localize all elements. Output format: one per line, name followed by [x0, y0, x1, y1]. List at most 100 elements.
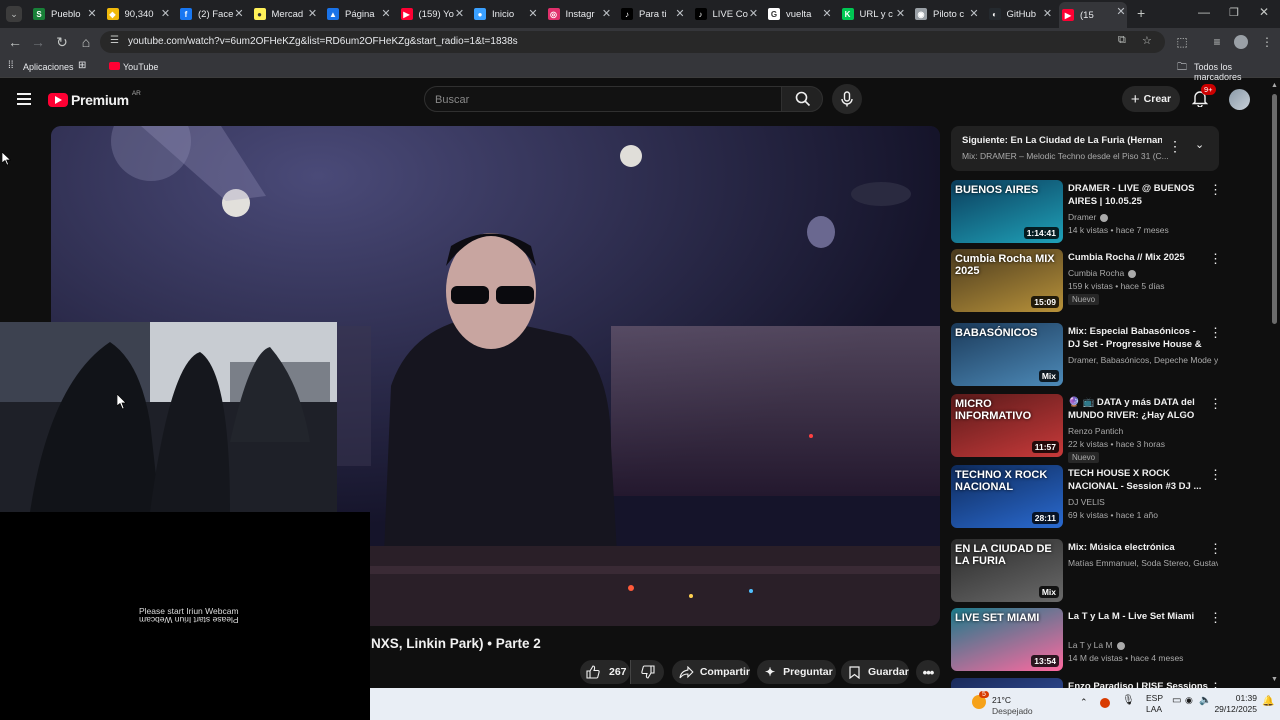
display-icon[interactable]: ▭: [1172, 695, 1181, 706]
scrollbar-thumb[interactable]: [1272, 94, 1277, 324]
tab-close-icon[interactable]: ✕: [233, 7, 245, 20]
channel-name[interactable]: Cumbia Rocha: [1068, 268, 1218, 278]
extensions-icon[interactable]: ⬚: [1172, 32, 1192, 52]
scroll-down-arrow-icon[interactable]: ▼: [1271, 676, 1278, 683]
browser-tab[interactable]: ♪ Para ti ✕: [618, 4, 686, 24]
recommended-video-title[interactable]: Enzo Paradiso | RISE Sessions: [1068, 680, 1208, 688]
browser-tab[interactable]: ● Mercad ✕: [251, 4, 319, 24]
bookmark-youtube[interactable]: YouTube: [123, 62, 158, 72]
share-button[interactable]: Compartir: [672, 660, 750, 684]
recommended-video[interactable]: TECHNO X ROCK NACIONAL 28:11 TECH HOUSE X …: [951, 465, 1222, 529]
home-button[interactable]: ⌂: [76, 32, 96, 52]
browser-tab[interactable]: ▶ (15 ✕: [1059, 2, 1127, 28]
browser-tab[interactable]: K URL y c ✕: [839, 4, 907, 24]
channel-name[interactable]: La T y La M: [1068, 640, 1218, 650]
page-scrollbar[interactable]: ▲ ▼: [1269, 80, 1280, 688]
recommended-video-title[interactable]: Mix: Música electrónica: [1068, 541, 1208, 554]
video-options-icon[interactable]: ⋮: [1209, 467, 1222, 483]
browser-tab[interactable]: Gvuelta ✕: [765, 4, 833, 24]
queue-collapse-icon[interactable]: ⌄: [1195, 138, 1204, 151]
video-thumbnail[interactable]: EN LA CIUDAD DE LA FURIA Mix: [951, 539, 1063, 602]
more-actions-button[interactable]: •••: [916, 660, 940, 684]
close-window-button[interactable]: ✕: [1259, 5, 1269, 19]
recommended-video[interactable]: Cumbia Rocha MIX 2025 15:09 Cumbia Rocha /…: [951, 249, 1222, 313]
video-thumbnail[interactable]: Cumbia Rocha MIX 2025 15:09: [951, 249, 1063, 312]
video-options-icon[interactable]: ⋮: [1209, 325, 1222, 341]
tab-close-icon[interactable]: ✕: [454, 7, 466, 20]
channel-name[interactable]: Dramer, Babasónicos, Depeche Mode y ...: [1068, 355, 1218, 365]
back-button[interactable]: ←: [5, 32, 25, 52]
hamburger-menu-icon[interactable]: [17, 93, 31, 105]
tray-overflow-icon[interactable]: ⌃: [1080, 697, 1088, 708]
weather-widget[interactable]: 5 21°C Despejado: [970, 691, 1060, 717]
channel-name[interactable]: Dramer: [1068, 212, 1218, 222]
like-button[interactable]: 267: [580, 660, 630, 684]
tab-close-icon[interactable]: ✕: [86, 7, 98, 20]
recommended-video-title[interactable]: DRAMER - LIVE @ BUENOS AIRES | 10.05.25: [1068, 182, 1208, 208]
video-thumbnail[interactable]: MICRO INFORMATIVO 11:57: [951, 394, 1063, 457]
tab-search-button[interactable]: ⌄: [6, 6, 22, 22]
recommended-video[interactable]: LIVE SET MIAMI 13:54 La T y La M - Live Se…: [951, 608, 1222, 672]
tab-close-icon[interactable]: ✕: [821, 7, 833, 20]
video-options-icon[interactable]: ⋮: [1209, 182, 1222, 198]
reload-button[interactable]: ↻: [52, 32, 72, 52]
video-thumbnail[interactable]: [951, 678, 1063, 688]
input-language[interactable]: ESP: [1146, 693, 1163, 703]
browser-tab[interactable]: ◐ GitHub ✕: [986, 4, 1054, 24]
bookmark-all[interactable]: Todos los marcadores: [1194, 62, 1280, 82]
recommended-video-title[interactable]: Cumbia Rocha // Mix 2025: [1068, 251, 1208, 264]
channel-name[interactable]: Matías Emmanuel, Soda Stereo, Gustavo...: [1068, 558, 1218, 568]
address-bar[interactable]: ☰ youtube.com/watch?v=6um2OFHeKZg&list=R…: [100, 31, 1165, 53]
keyboard-layout[interactable]: LAA: [1146, 704, 1162, 714]
video-options-icon[interactable]: ⋮: [1209, 251, 1222, 267]
new-tab-button[interactable]: +: [1137, 5, 1145, 21]
video-thumbnail[interactable]: BUENOS AIRES 1:14:41: [951, 180, 1063, 243]
bookmark-star-icon[interactable]: ☆: [1142, 34, 1152, 47]
recommended-video[interactable]: MICRO INFORMATIVO 11:57 🔮 📺 DATA y más DAT…: [951, 394, 1222, 463]
video-options-icon[interactable]: ⋮: [1209, 541, 1222, 557]
recommended-video-title[interactable]: La T y La M - Live Set Miami: [1068, 610, 1208, 623]
tab-close-icon[interactable]: ✕: [307, 7, 319, 20]
forward-button[interactable]: →: [28, 32, 48, 52]
notification-bell-icon[interactable]: 🔔: [1262, 696, 1274, 707]
playlist-queue-header[interactable]: Siguiente: En La Ciudad de La Furia (Her…: [951, 126, 1219, 171]
tray-microphone-icon[interactable]: 🎙: [1122, 695, 1135, 706]
restore-button[interactable]: ❐: [1229, 6, 1239, 19]
search-input[interactable]: Buscar: [424, 86, 782, 112]
search-button[interactable]: [781, 86, 823, 112]
video-thumbnail[interactable]: LIVE SET MIAMI 13:54: [951, 608, 1063, 671]
tab-close-icon[interactable]: ✕: [895, 7, 907, 20]
recommended-video-title[interactable]: Mix: Especial Babasónicos - DJ Set - Pro…: [1068, 325, 1208, 351]
media-controls-icon[interactable]: ≡: [1207, 32, 1227, 52]
account-avatar[interactable]: [1229, 89, 1250, 110]
voice-search-button[interactable]: [832, 84, 862, 114]
tab-close-icon[interactable]: ✕: [160, 7, 172, 20]
channel-name[interactable]: Renzo Pantich: [1068, 426, 1218, 436]
tab-close-icon[interactable]: ✕: [1042, 7, 1054, 20]
save-button[interactable]: Guardar: [841, 660, 909, 684]
video-options-icon[interactable]: ⋮: [1209, 396, 1222, 412]
tab-close-icon[interactable]: ✕: [748, 7, 760, 20]
profile-avatar[interactable]: [1234, 35, 1248, 49]
create-button[interactable]: + Crear: [1122, 86, 1180, 112]
tab-close-icon[interactable]: ✕: [601, 7, 613, 20]
browser-tab[interactable]: ◆ 90,340 ✕: [104, 4, 172, 24]
browser-tab[interactable]: ◎ Instagr ✕: [545, 4, 613, 24]
recommended-video-title[interactable]: TECH HOUSE X ROCK NACIONAL - Session #3 …: [1068, 467, 1208, 493]
tab-close-icon[interactable]: ✕: [674, 7, 686, 20]
video-thumbnail[interactable]: BABASÓNICOS Mix: [951, 323, 1063, 386]
notifications-button[interactable]: 9+: [1191, 84, 1216, 108]
browser-tab[interactable]: ◉ Piloto c ✕: [912, 4, 980, 24]
queue-more-icon[interactable]: ⋮: [1168, 138, 1182, 155]
browser-tab[interactable]: ● Inicio ✕: [471, 4, 539, 24]
clock-date[interactable]: 29/12/2025: [1210, 704, 1257, 714]
recommended-video[interactable]: Enzo Paradiso | RISE Sessions ⋮: [951, 678, 1221, 688]
video-options-icon[interactable]: ⋮: [1209, 610, 1222, 626]
site-info-icon[interactable]: ☰: [110, 35, 119, 46]
tab-close-icon[interactable]: ✕: [968, 7, 980, 20]
clock-time[interactable]: 01:39: [1235, 693, 1257, 703]
browser-tab[interactable]: ♪ LIVE Co ✕: [692, 4, 760, 24]
channel-name[interactable]: DJ VELIS: [1068, 497, 1218, 507]
browser-tab[interactable]: ▶ (159) Yo ✕: [398, 4, 466, 24]
recommended-video[interactable]: BABASÓNICOS Mix Mix: Especial Babasónicos …: [951, 323, 1222, 387]
